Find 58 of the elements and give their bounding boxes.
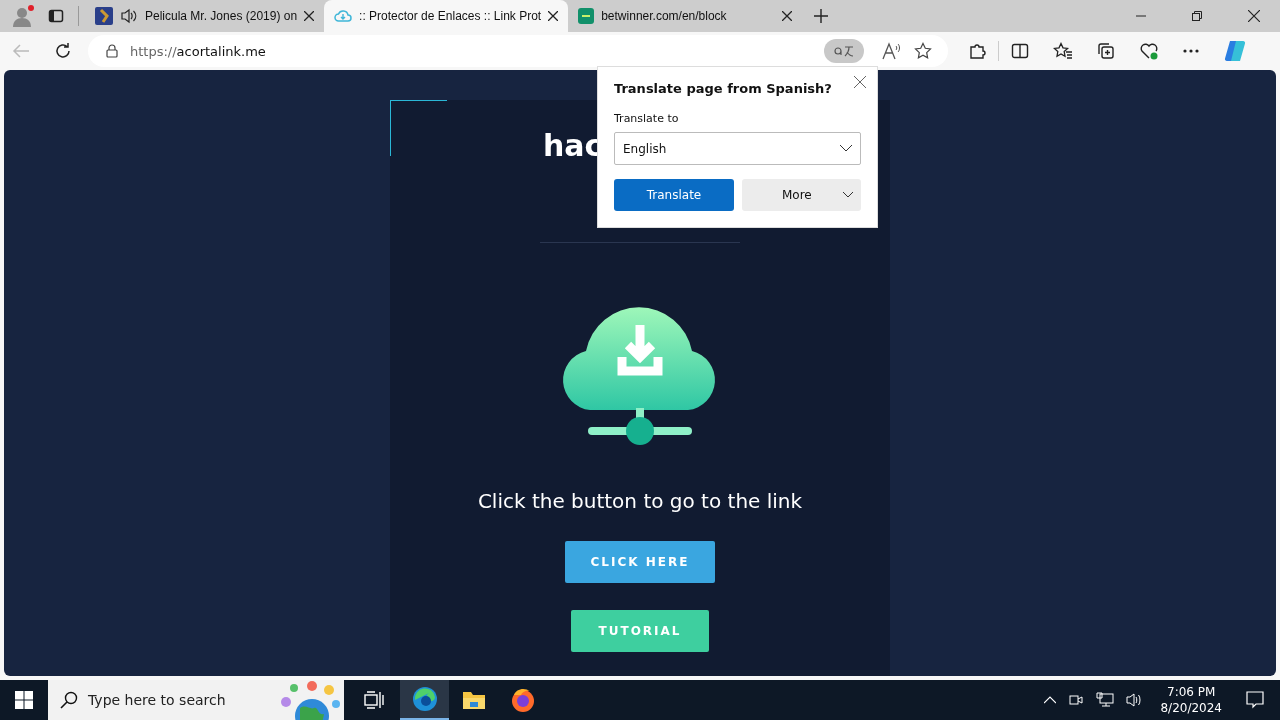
task-view-icon[interactable] [364, 691, 384, 709]
read-aloud-icon[interactable] [882, 42, 902, 60]
browser-tab[interactable]: betwinner.com/en/block [568, 0, 803, 32]
more-icon[interactable] [1183, 49, 1199, 53]
clock-time: 7:06 PM [1167, 684, 1216, 700]
firefox-icon [509, 687, 536, 713]
notifications-icon[interactable] [1246, 691, 1264, 709]
restore-icon[interactable] [1192, 11, 1202, 21]
chevron-icon [840, 145, 852, 152]
taskbar-app[interactable] [400, 680, 449, 720]
tab-title: Pelicula Mr. Jones (2019) on [145, 9, 298, 23]
tab-title: betwinner.com/en/block [601, 9, 728, 23]
refresh-icon[interactable] [54, 42, 72, 60]
camera-icon[interactable] [1068, 692, 1085, 708]
tab-title: :: Protector de Enlaces :: Link Prot [359, 9, 542, 23]
more-button[interactable]: More [742, 179, 861, 211]
clock-date: 8/20/2024 [1160, 700, 1222, 716]
close-icon[interactable] [304, 11, 315, 21]
folder-icon [461, 690, 486, 710]
tab-actions-icon[interactable] [48, 8, 64, 24]
network-icon[interactable] [1096, 692, 1115, 708]
extensions-icon[interactable] [968, 42, 986, 60]
corner-accent [390, 100, 447, 156]
collections-icon[interactable] [1097, 42, 1115, 60]
translate-button[interactable] [824, 39, 864, 63]
close-icon[interactable] [548, 11, 559, 21]
cloud-download-icon [334, 7, 353, 25]
lock-icon [106, 44, 118, 58]
field-label: Translate to [614, 112, 680, 125]
health-icon[interactable] [1139, 42, 1159, 60]
search-icon [60, 691, 78, 709]
split-screen-icon[interactable] [1011, 42, 1029, 60]
chevron-icon [843, 192, 853, 198]
taskbar-clock[interactable]: 7:06 PM 8/20/2024 [1160, 684, 1222, 716]
browser-tab[interactable]: Pelicula Mr. Jones (2019) on [85, 0, 325, 32]
favicon-icon [578, 8, 595, 24]
page-heading: hac [543, 128, 603, 165]
close-icon[interactable] [1248, 10, 1260, 22]
profile-icon[interactable] [12, 4, 36, 28]
translate-button[interactable]: Translate [614, 179, 734, 211]
translate-icon [833, 44, 855, 58]
favorites-icon[interactable] [1053, 42, 1073, 60]
popup-title: Translate page from Spanish? [614, 81, 833, 96]
browser-icon [411, 686, 438, 712]
instruction-text: Click the button to go to the link [477, 489, 803, 513]
taskbar-search-field[interactable]: Type here to search [48, 680, 344, 720]
url-text: https://acortalink.me [130, 43, 266, 59]
copilot-icon[interactable] [1223, 39, 1247, 63]
favicon-icon [95, 7, 113, 25]
speaker-icon[interactable] [120, 7, 138, 25]
chevron-up-icon[interactable] [1044, 696, 1057, 704]
close-icon[interactable] [782, 11, 793, 21]
new-tab-icon[interactable] [814, 9, 829, 23]
language-dropdown[interactable]: English [614, 132, 861, 165]
windows-start-icon[interactable] [15, 691, 33, 709]
star-icon[interactable] [914, 42, 932, 60]
address-bar[interactable]: https://acortalink.me [88, 35, 948, 67]
browser-tab[interactable]: :: Protector de Enlaces :: Link Prot [324, 0, 569, 32]
